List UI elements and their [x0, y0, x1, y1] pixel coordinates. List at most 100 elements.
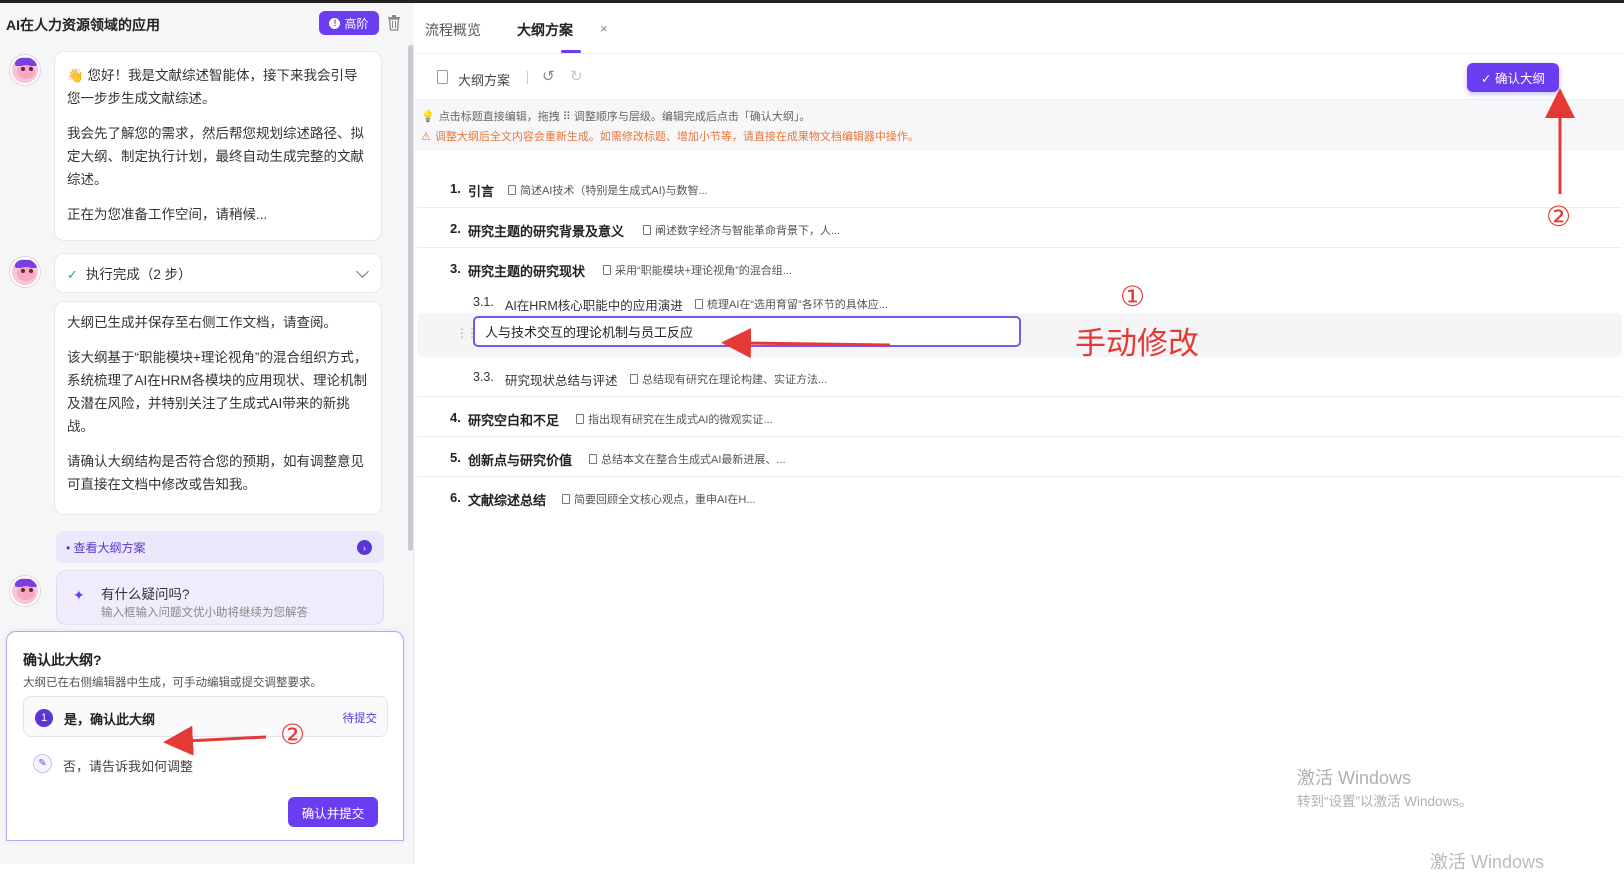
activation-watermark-sub: 转到“设置”以激活 Windows。 [1297, 794, 1473, 809]
view-outline-label: • 查看大纲方案 [66, 540, 146, 555]
outline-subitem[interactable]: 3.3. 研究现状总结与评述 总结现有研究在理论构建、实证方法... [417, 357, 1622, 397]
note-icon [562, 494, 570, 504]
assistant-avatar [10, 576, 40, 606]
tab-process-overview[interactable]: 流程概览 [425, 20, 481, 40]
tip-text: 点击标题直接编辑，拖拽 ⠿ 调整顺序与层级。编辑完成后点击「确认大纲」。 [438, 111, 811, 123]
greeting-message: 👋 您好！我是文献综述智能体，接下来我会引导您一步步生成文献综述。 我会先了解您… [54, 51, 382, 241]
outline-num: 5. [450, 450, 461, 465]
message-paragraph: 👋 您好！我是文献综述智能体，接下来我会引导您一步步生成文献综述。 [67, 68, 358, 106]
pencil-icon: ✎ [33, 754, 52, 773]
note-icon [508, 185, 516, 195]
chat-panel: AI在人力资源领域的应用 ! 高阶 👋 您好！我是文献综述智能体，接下来我会引导… [0, 3, 414, 864]
option-number-badge: 1 [35, 709, 53, 727]
annotation-circle-two-top: ② [1546, 200, 1572, 233]
outline-note: 梳理AI在“选用育留”各环节的具体应... [695, 296, 888, 312]
outline-item[interactable]: 1. 引言 简述AI技术（特别是生成式AI)与数智... [417, 168, 1622, 208]
message-paragraph: 请确认大纲结构是否符合您的预期，如有调整意见可直接在文档中修改或告知我。 [67, 454, 364, 492]
arrow-right-icon: › [357, 540, 372, 555]
note-icon [603, 265, 611, 275]
confirm-outline-card: 确认此大纲? 大纲已在右侧编辑器中生成，可手动编辑或提交调整要求。 1 是，确认… [6, 631, 404, 841]
outline-item[interactable]: 4. 研究空白和不足 指出现有研究在生成式AI的微观实证... [417, 397, 1622, 437]
chat-scrollbar[interactable] [408, 45, 413, 551]
question-title: 有什么疑问吗? [101, 587, 190, 602]
outline-note: 阐述数字经济与智能革命背景下，人... [643, 222, 840, 238]
lightbulb-icon: 💡 [421, 111, 435, 123]
exec-status-card[interactable]: ✓ 执行完成（2 步） [54, 253, 382, 293]
outline-note: 总结本文在整合生成式AI最新进展、... [589, 451, 786, 467]
sparkle-icon: ✦ [73, 587, 85, 603]
option-adjust-label: 否，请告诉我如何调整 [63, 759, 194, 774]
trash-icon[interactable] [387, 15, 401, 31]
outline-item[interactable]: 2. 研究主题的研究背景及意义 阐述数字经济与智能革命背景下，人... [417, 208, 1622, 248]
note-icon [576, 414, 584, 424]
option-confirm-label: 是，确认此大纲 [64, 712, 156, 727]
outline-title[interactable]: AI在HRM核心职能中的应用演进 [505, 295, 683, 314]
confirm-outline-button[interactable]: ✓ 确认大纲 [1467, 63, 1559, 92]
outline-title[interactable]: 研究现状总结与评述 [505, 370, 618, 389]
document-icon [437, 70, 448, 84]
outline-title[interactable]: 研究空白和不足 [468, 410, 559, 429]
outline-num: 1. [450, 181, 461, 196]
outline-num: 3.3. [473, 370, 494, 384]
outline-title[interactable]: 创新点与研究价值 [468, 450, 572, 469]
assistant-avatar [10, 257, 40, 287]
close-icon[interactable]: × [600, 21, 608, 36]
outline-note: 简述AI技术（特别是生成式AI)与数智... [508, 182, 708, 198]
view-outline-link[interactable]: • 查看大纲方案 › [56, 531, 384, 563]
editor-panel: 流程概览 大纲方案 × 大纲方案 ↺ ↻ ✓ 确认大纲 💡 点击标题直接编辑，拖拽… [415, 3, 1624, 864]
outline-num: 3. [450, 261, 461, 276]
chat-header: AI在人力资源领域的应用 ! 高阶 [0, 3, 414, 43]
message-paragraph: 该大纲基于“职能模块+理论视角”的混合组织方式，系统梳理了AI在HRM各模块的应… [67, 350, 368, 434]
tab-outline-plan[interactable]: 大纲方案 [517, 20, 573, 40]
option-confirm[interactable]: 1 是，确认此大纲 待提交 [23, 696, 388, 737]
note-icon [589, 454, 597, 464]
editor-toolbar: 大纲方案 ↺ ↻ ✓ 确认大纲 [415, 54, 1624, 100]
outline-title[interactable]: 研究主题的研究背景及意义 [468, 221, 624, 240]
notice-banner: 💡 点击标题直接编辑，拖拽 ⠿ 调整顺序与层级。编辑完成后点击「确认大纲」。 ⚠ 调… [415, 100, 1624, 150]
note-icon [643, 225, 651, 235]
info-icon: ! [329, 17, 341, 29]
outline-title-input[interactable] [473, 316, 1021, 347]
edit-warning: ⚠ 调整大纲后全文内容会重新生成。如需修改标题、增加小节等，请直接在成果物文档编辑… [421, 128, 919, 144]
pending-status: 待提交 [342, 713, 378, 725]
outline-item[interactable]: 5. 创新点与研究价值 总结本文在整合生成式AI最新进展、... [417, 437, 1622, 477]
active-tab-indicator [561, 50, 581, 53]
question-subtitle: 输入框输入问题文优小助将继续为您解答 [101, 607, 308, 619]
outline-note: 指出现有研究在生成式AI的微观实证... [576, 411, 773, 427]
tab-bar: 流程概览 大纲方案 × [415, 3, 1624, 54]
exec-status-label: 执行完成（2 步） [85, 267, 192, 282]
project-title: AI在人力资源领域的应用 [6, 17, 160, 33]
outline-title[interactable]: 文献综述总结 [468, 490, 546, 509]
outline-num: 6. [450, 490, 461, 505]
annotation-circle-one: ① [1120, 280, 1146, 313]
message-paragraph: 正在为您准备工作空间，请稍候... [67, 207, 268, 222]
outline-title[interactable]: 研究主题的研究现状 [468, 261, 585, 280]
message-paragraph: 我会先了解您的需求，然后帮您规划综述路径、拟定大纲、制定执行计划，最终自动生成完… [67, 126, 364, 187]
outline-num: 3.1. [473, 295, 494, 309]
redo-icon[interactable]: ↻ [570, 67, 583, 85]
outline-num: 4. [450, 410, 461, 425]
outline-title[interactable]: 引言 [468, 181, 494, 200]
check-icon: ✓ [67, 267, 78, 282]
outline-num: 2. [450, 221, 461, 236]
advanced-button-label: 高阶 [344, 16, 369, 31]
confirm-submit-button[interactable]: 确认并提交 [288, 797, 378, 827]
outline-subitem-editing[interactable]: ⋮⋮ [417, 313, 1622, 357]
undo-icon[interactable]: ↺ [542, 67, 555, 85]
confirm-card-title: 确认此大纲? [23, 652, 102, 668]
note-icon [630, 374, 638, 384]
note-icon [695, 299, 703, 309]
annotation-manual-edit: 手动修改 [1075, 326, 1199, 362]
assistant-avatar [10, 55, 40, 85]
annotation-circle-two-bottom: ② [280, 718, 306, 751]
outline-item[interactable]: 6. 文献综述总结 简要回顾全文核心观点，重申AI在H... [417, 477, 1622, 517]
edit-tip: 💡 点击标题直接编辑，拖拽 ⠿ 调整顺序与层级。编辑完成后点击「确认大纲」。 [421, 108, 810, 124]
option-adjust[interactable]: ✎ 否，请告诉我如何调整 [23, 744, 388, 784]
outline-note: 采用“职能模块+理论视角”的混合组... [603, 262, 792, 278]
warning-text: 调整大纲后全文内容会重新生成。如需修改标题、增加小节等，请直接在成果物文档编辑器… [434, 131, 919, 143]
toolbar-divider [527, 71, 528, 84]
outline-message: 大纲已生成并保存至右侧工作文档，请查阅。 该大纲基于“职能模块+理论视角”的混合… [54, 301, 382, 515]
activation-watermark: 激活 Windows [1297, 768, 1412, 788]
question-prompt: ✦ 有什么疑问吗? 输入框输入问题文优小助将继续为您解答 [56, 570, 384, 625]
advanced-button[interactable]: ! 高阶 [319, 11, 379, 35]
